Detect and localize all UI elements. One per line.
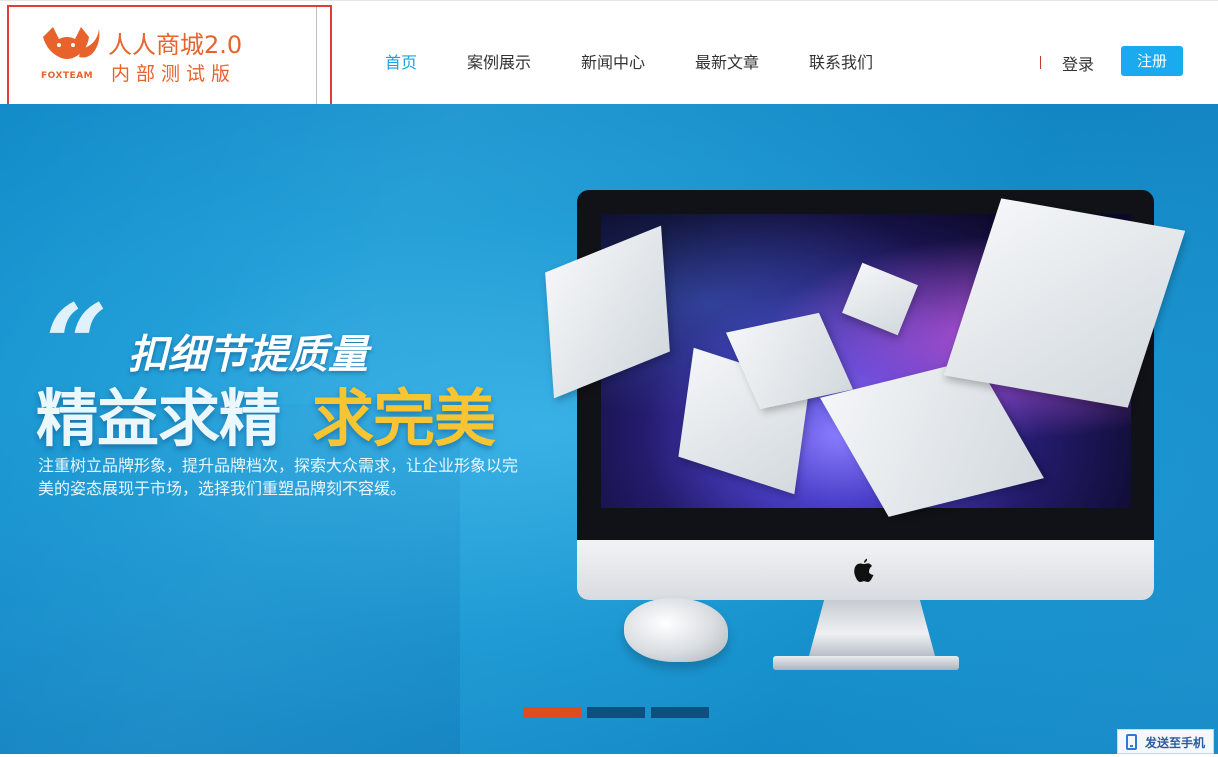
slogan-line-2-yellow: 求完美 — [312, 382, 496, 455]
site-header: FOXTEAM 人人商城2.0 内部测试版 首页 案例展示 新闻中心 最新文章 … — [0, 0, 1218, 111]
fox-logo-icon — [43, 27, 100, 59]
slide-dot-3[interactable] — [651, 707, 709, 718]
monitor-foot — [773, 656, 959, 670]
slide-dot-2[interactable] — [587, 707, 645, 718]
slide-dot-1[interactable] — [523, 707, 581, 718]
phone-icon — [1126, 734, 1137, 750]
register-button[interactable]: 注册 — [1121, 46, 1183, 76]
slogan-line-2-white: 精益求精 — [36, 382, 281, 455]
logo-subtitle: 内部测试版 — [111, 63, 237, 85]
send-to-phone-label: 发送至手机 — [1145, 736, 1206, 750]
login-link[interactable]: 登录 — [1062, 51, 1094, 75]
send-to-phone-button[interactable]: 发送至手机 — [1117, 729, 1214, 754]
hero-banner[interactable]: “ 扣细节提质量 精益求精 求完美 注重树立品牌形象，提升品牌档次，探索大众需求… — [0, 104, 1218, 754]
logo-title: 人人商城2.0 — [108, 31, 243, 59]
nav-item-contact[interactable]: 联系我们 — [809, 49, 873, 73]
nav-item-articles[interactable]: 最新文章 — [695, 49, 759, 73]
monitor-neck — [809, 600, 935, 656]
crumpled-paper — [624, 598, 728, 662]
banner-description: 注重树立品牌形象，提升品牌档次，探索大众需求，让企业形象以完美的姿态展现于市场，… — [38, 456, 519, 498]
apple-logo-icon — [854, 558, 874, 582]
logo-brand-text: FOXTEAM — [41, 71, 94, 81]
nav-item-news[interactable]: 新闻中心 — [581, 49, 645, 73]
logo-area[interactable]: FOXTEAM 人人商城2.0 内部测试版 — [7, 5, 332, 111]
logo-divider — [316, 7, 317, 105]
account-divider — [1040, 56, 1041, 69]
nav-item-home[interactable]: 首页 — [385, 49, 417, 73]
nav-item-cases[interactable]: 案例展示 — [467, 49, 531, 73]
